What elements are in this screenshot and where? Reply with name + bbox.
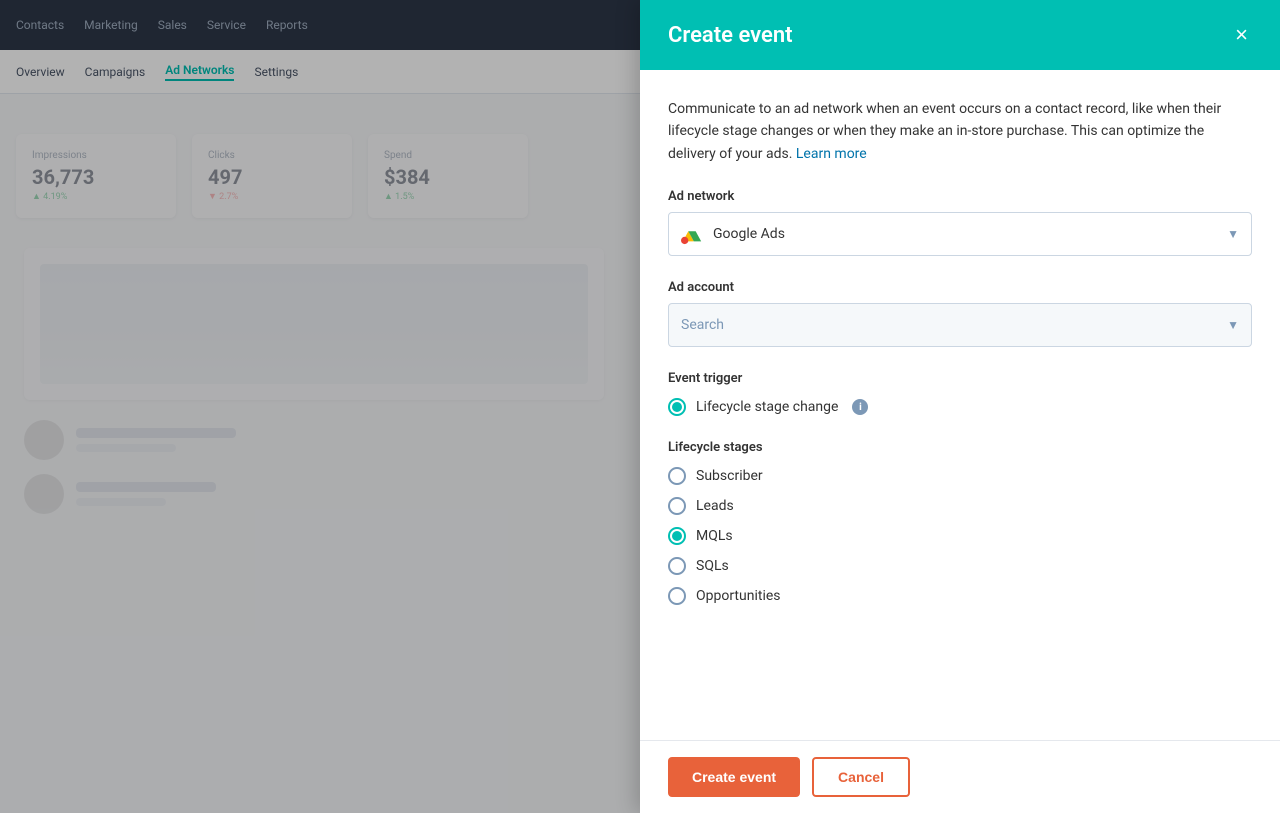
event-trigger-radio-group: Lifecycle stage change i (668, 398, 1252, 416)
event-trigger-label: Event trigger (668, 371, 1252, 386)
lifecycle-sqls-radio[interactable] (668, 557, 686, 575)
event-trigger-lifecycle-label: Lifecycle stage change (696, 399, 838, 415)
create-event-modal: Create event × Communicate to an ad netw… (640, 0, 1280, 813)
lifecycle-leads-radio[interactable] (668, 497, 686, 515)
ad-network-field: Ad network Google Ads ▼ (668, 189, 1252, 256)
lifecycle-mqls-label: MQLs (696, 528, 733, 544)
lifecycle-leads-label: Leads (696, 498, 734, 514)
lifecycle-stage-leads[interactable]: Leads (668, 497, 1252, 515)
ad-account-select[interactable]: Search ▼ (668, 303, 1252, 347)
lifecycle-stages-radio-group: Subscriber Leads MQLs SQLs Opportunities (668, 467, 1252, 605)
google-ads-icon (681, 223, 703, 245)
event-trigger-field: Event trigger Lifecycle stage change i (668, 371, 1252, 416)
close-button[interactable]: × (1231, 20, 1252, 50)
ad-account-chevron-icon: ▼ (1227, 318, 1239, 332)
lifecycle-stages-field: Lifecycle stages Subscriber Leads MQLs S… (668, 440, 1252, 605)
event-trigger-lifecycle-option[interactable]: Lifecycle stage change i (668, 398, 1252, 416)
lifecycle-stages-label: Lifecycle stages (668, 440, 1252, 455)
modal-title: Create event (668, 23, 793, 48)
lifecycle-stage-mqls[interactable]: MQLs (668, 527, 1252, 545)
event-trigger-lifecycle-radio[interactable] (668, 398, 686, 416)
lifecycle-subscriber-label: Subscriber (696, 468, 763, 484)
lifecycle-stage-sqls[interactable]: SQLs (668, 557, 1252, 575)
ad-account-label: Ad account (668, 280, 1252, 295)
ad-account-select-wrapper[interactable]: Search ▼ (668, 303, 1252, 347)
close-icon: × (1235, 24, 1248, 46)
modal-header: Create event × (640, 0, 1280, 70)
ad-network-chevron-icon: ▼ (1227, 227, 1239, 241)
modal-body: Communicate to an ad network when an eve… (640, 70, 1280, 740)
lifecycle-sqls-label: SQLs (696, 558, 729, 574)
ad-network-label: Ad network (668, 189, 1252, 204)
ad-account-field: Ad account Search ▼ (668, 280, 1252, 347)
modal-description: Communicate to an ad network when an eve… (668, 98, 1252, 165)
learn-more-link[interactable]: Learn more (796, 146, 867, 162)
ad-network-value: Google Ads (713, 226, 785, 242)
lifecycle-subscriber-radio[interactable] (668, 467, 686, 485)
ad-network-select[interactable]: Google Ads ▼ (668, 212, 1252, 256)
cancel-button[interactable]: Cancel (812, 757, 910, 797)
lifecycle-info-icon[interactable]: i (852, 399, 868, 415)
lifecycle-mqls-radio[interactable] (668, 527, 686, 545)
ad-account-placeholder: Search (681, 317, 724, 333)
lifecycle-stage-opportunities[interactable]: Opportunities (668, 587, 1252, 605)
create-event-button[interactable]: Create event (668, 757, 800, 797)
ad-network-select-wrapper[interactable]: Google Ads ▼ (668, 212, 1252, 256)
lifecycle-stage-subscriber[interactable]: Subscriber (668, 467, 1252, 485)
lifecycle-opportunities-label: Opportunities (696, 588, 781, 604)
modal-footer: Create event Cancel (640, 740, 1280, 813)
lifecycle-opportunities-radio[interactable] (668, 587, 686, 605)
